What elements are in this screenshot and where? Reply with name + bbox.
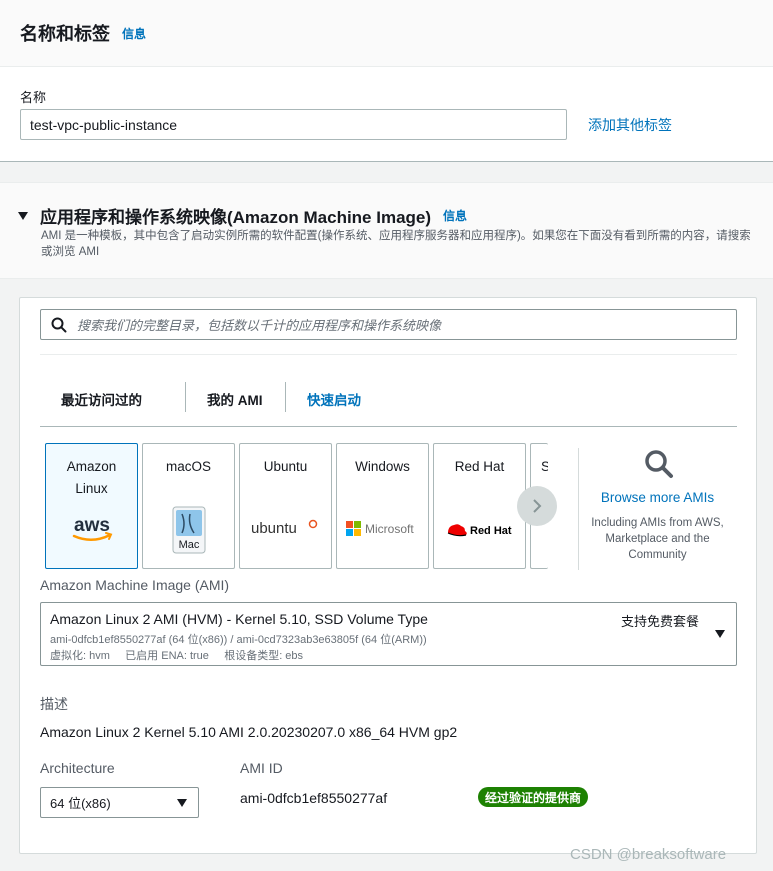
red-hat-logo-text: Red Hat [470, 525, 512, 537]
os-tile-red-hat[interactable]: Red Hat Red Hat [433, 443, 526, 569]
browse-more-amis-link[interactable]: Browse more AMIs [585, 490, 730, 505]
ami-tabs: 最近访问过的 我的 AMI 快速启动 [40, 354, 737, 427]
microsoft-logo-text: Microsoft [365, 522, 414, 536]
search-icon [51, 317, 67, 332]
name-input-value: test-vpc-public-instance [30, 116, 178, 133]
search-placeholder: 搜索我们的完整目录，包括数以千计的应用程序和操作系统映像 [77, 318, 442, 333]
name-label: 名称 [20, 90, 47, 105]
architecture-label: Architecture [40, 760, 115, 776]
os-tile-label: S [531, 456, 548, 478]
architecture-value: 64 位(x86) [50, 796, 111, 811]
ami-select-meta: 虚拟化: hvm 已启用 ENA: true 根设备类型: ebs [50, 650, 304, 662]
add-tags-link[interactable]: 添加其他标签 [588, 115, 672, 135]
ami-id-label: AMI ID [240, 760, 283, 776]
mac-logo-text: Mac [178, 539, 199, 551]
ami-select[interactable]: Amazon Linux 2 AMI (HVM) - Kernel 5.10, … [40, 602, 737, 666]
ami-select-label: Amazon Machine Image (AMI) [40, 577, 230, 593]
mac-logo-icon: Mac [143, 506, 234, 554]
ami-section-toggle[interactable]: 应用程序和操作系统映像(Amazon Machine Image) 信息 [18, 203, 467, 228]
os-tile-label: Ubuntu [263, 459, 308, 474]
red-hat-logo-icon: Red Hat [434, 520, 525, 540]
ubuntu-logo-text: ubuntu [251, 520, 297, 537]
architecture-select[interactable]: 64 位(x86) [40, 787, 199, 818]
os-tile-ubuntu[interactable]: Ubuntu ubuntu [239, 443, 332, 569]
search-icon [645, 450, 673, 478]
ami-card: 搜索我们的完整目录，包括数以千计的应用程序和操作系统映像 最近访问过的 我的 A… [19, 297, 757, 854]
ami-section-header: 应用程序和操作系统映像(Amazon Machine Image) 信息 AMI… [0, 182, 773, 279]
next-tiles-button[interactable] [517, 486, 557, 526]
description-value: Amazon Linux 2 Kernel 5.10 AMI 2.0.20230… [40, 724, 458, 740]
os-tile-macos[interactable]: macOS Mac [142, 443, 235, 569]
ami-id-value: ami-0dfcb1ef8550277af [240, 790, 388, 806]
ubuntu-logo-icon: ubuntu [240, 518, 331, 538]
chevron-right-icon [533, 499, 542, 513]
browse-divider [578, 448, 579, 570]
ami-section-title: 应用程序和操作系统映像(Amazon Machine Image) [40, 208, 432, 227]
tab-recent[interactable]: 最近访问过的 [61, 382, 142, 415]
os-tile-label: Red Hat [454, 459, 505, 474]
ami-select-ids: ami-0dfcb1ef8550277af (64 位(x86)) / ami-… [50, 634, 427, 646]
name-tags-header: 名称和标签 信息 [0, 0, 773, 67]
browse-more-description: Including AMIs from AWS, Marketplace and… [591, 517, 724, 561]
tab-separator [285, 382, 286, 412]
microsoft-logo-icon: Microsoft [337, 520, 428, 538]
name-tags-panel: 名称和标签 信息 名称 test-vpc-public-instance 添加其… [0, 0, 773, 162]
free-tier-label: 支持免费套餐 [621, 614, 700, 629]
ami-section-description: AMI 是一种模板，其中包含了启动实例所需的软件配置(操作系统、应用程序服务器和… [41, 230, 751, 258]
os-tile-label: macOS [165, 459, 211, 474]
tab-separator [185, 382, 186, 412]
tab-quick-start[interactable]: 快速启动 [307, 382, 361, 415]
aws-logo-text: aws [74, 515, 110, 536]
os-tile-amazon-linux[interactable]: Amazon Linux aws [45, 443, 138, 569]
verified-provider-badge: 经过验证的提供商 [478, 787, 589, 807]
caret-down-icon [715, 630, 725, 638]
name-input[interactable]: test-vpc-public-instance [20, 109, 567, 140]
ami-section-info-link[interactable]: 信息 [443, 207, 467, 224]
caret-down-icon [177, 799, 187, 807]
caret-down-icon [18, 211, 28, 220]
tab-my-ami[interactable]: 我的 AMI [207, 382, 263, 415]
os-tile-label: Windows [355, 459, 410, 474]
name-tags-info-link[interactable]: 信息 [122, 25, 146, 42]
description-label: 描述 [40, 696, 68, 712]
os-tile-windows[interactable]: Windows Microsoft [336, 443, 429, 569]
aws-logo-icon: aws [46, 514, 137, 544]
browse-more-panel: Browse more AMIs Including AMIs from AWS… [585, 448, 730, 563]
os-tile-label: Amazon Linux [66, 459, 117, 496]
ami-search-input[interactable]: 搜索我们的完整目录，包括数以千计的应用程序和操作系统映像 [40, 309, 737, 340]
name-tags-title: 名称和标签 [20, 24, 110, 44]
watermark: CSDN @breaksoftware [570, 846, 727, 863]
ami-select-title: Amazon Linux 2 AMI (HVM) - Kernel 5.10, … [50, 611, 428, 627]
